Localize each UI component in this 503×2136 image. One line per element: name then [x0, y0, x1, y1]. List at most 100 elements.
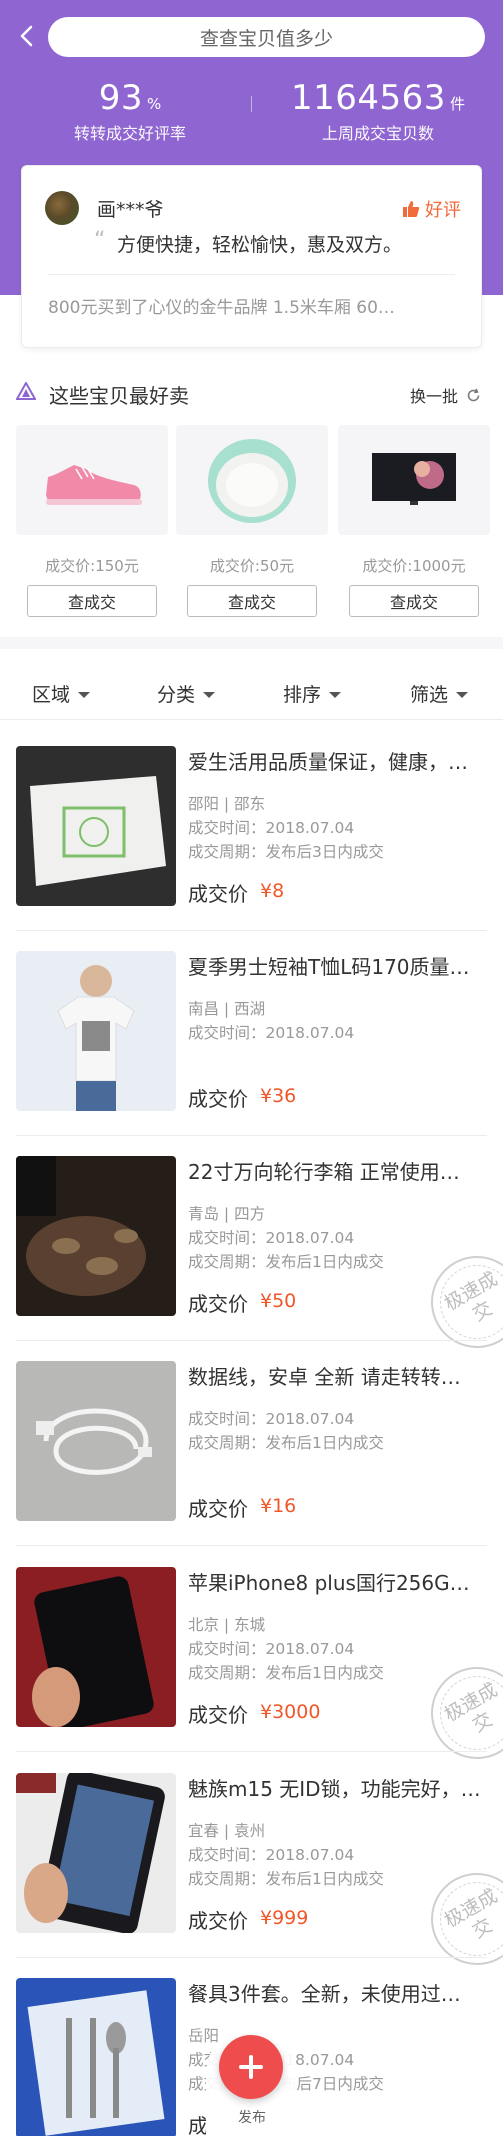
divider [16, 1957, 487, 1958]
divider [48, 274, 455, 275]
listing-time: 成交时间：2018.07.04 [188, 1229, 355, 1247]
listing-price: ¥36 [260, 1085, 297, 1107]
check-deal-button[interactable]: 查成交 [187, 585, 317, 617]
listing-location: 宜春 | 袁州 [188, 1822, 266, 1840]
stat-value: 1164563 [291, 78, 446, 118]
filter-bar: 区域 分类 排序 筛选 [0, 664, 503, 720]
listing-item[interactable]: 22寸万向轮行李箱 正常使用… 青岛 | 四方 成交时间：2018.07.04 … [0, 1156, 503, 1365]
stat-value: 93 [98, 78, 143, 118]
review-card[interactable]: 画***爷 好评 “ 方便快捷，轻松愉快，惠及双方。 800元买到了心仪的金牛品… [21, 165, 482, 348]
section-divider [0, 637, 503, 649]
divider [16, 1751, 487, 1752]
compact-powder-icon [176, 425, 328, 535]
listing-time: 成交时间：2018.07.04 [188, 819, 355, 837]
listing-cycle: 成交周期：发布后3日内成交 [188, 843, 384, 861]
listing-location: 青岛 | 四方 [188, 1205, 266, 1223]
listing-price: ¥50 [260, 1290, 297, 1312]
listing-title: 苹果iPhone8 plus国行256G… [188, 1571, 470, 1595]
listing-cycle: 成交周期：发布后1日内成交 [188, 1664, 384, 1682]
filter-screen[interactable]: 筛选 [410, 680, 469, 707]
good-review-label: 好评 [425, 200, 461, 221]
hot-triangle-icon [16, 382, 36, 400]
stat-label: 转转成交好评率 [73, 124, 186, 143]
listing-item[interactable]: 夏季男士短袖T恤L码170质量… 南昌 | 西湖 成交时间：2018.07.04… [0, 951, 503, 1156]
listing-item[interactable]: 魅族m15 无ID锁，功能完好，… 宜春 | 袁州 成交时间：2018.07.0… [0, 1773, 503, 1982]
hot-item[interactable]: 成交价:1000元 查成交 [338, 425, 490, 617]
listing-title: 数据线，安卓 全新 请走转转… [188, 1365, 461, 1389]
tissue-box-icon [16, 746, 176, 906]
refresh-button[interactable]: 换一批 [410, 383, 481, 407]
divider [16, 1135, 487, 1136]
search-bar[interactable]: 查查宝贝值多少 [48, 17, 485, 57]
reviewer-name: 画***爷 [97, 199, 164, 221]
good-review-badge: 好评 [402, 196, 461, 222]
listing-time: 成交时间：2018.07.04 [188, 1024, 355, 1042]
review-description: 800元买到了心仪的金牛品牌 1.5米车厢 60… [48, 298, 395, 318]
listing-title: 餐具3件套。全新，未使用过… [188, 1982, 461, 2006]
suitcase-icon [16, 1156, 176, 1316]
back-arrow-icon[interactable] [14, 22, 42, 50]
listing-title: 22寸万向轮行李箱 正常使用… [188, 1160, 460, 1184]
cutlery-set-icon [16, 1978, 176, 2136]
hot-item[interactable]: 成交价:150元 查成交 [16, 425, 168, 617]
phone-icon [16, 1567, 176, 1727]
check-deal-button[interactable]: 查成交 [27, 585, 157, 617]
publish-label: 发布 [238, 2110, 266, 2126]
refresh-label: 换一批 [409, 387, 458, 406]
listing-cycle: 成交周期：发布后1日内成交 [188, 1434, 384, 1452]
listing-title: 爱生活用品质量保证，健康，… [188, 750, 468, 774]
listing-cycle: 成交周期：发布后1日内成交 [188, 1253, 384, 1271]
quote-mark: “ [94, 228, 106, 253]
check-deal-button[interactable]: 查成交 [349, 585, 479, 617]
thumbs-up-icon [403, 201, 420, 217]
plus-icon [239, 2055, 263, 2079]
tshirt-icon [16, 951, 176, 1111]
hot-item[interactable]: 成交价:50元 查成交 [176, 425, 328, 617]
avatar [45, 191, 79, 225]
filter-label: 筛选 [410, 684, 449, 706]
hot-section-header: 这些宝贝最好卖 换一批 [0, 372, 503, 422]
filter-sort[interactable]: 排序 [283, 680, 342, 707]
fast-deal-stamp: 极速成交 [414, 1650, 503, 1776]
caret-down-icon [456, 691, 469, 698]
sneaker-icon [16, 425, 168, 535]
fast-deal-stamp: 极速成交 [414, 1856, 503, 1982]
listing-location: 南昌 | 西湖 [188, 1000, 266, 1018]
filter-label: 区域 [32, 684, 71, 706]
phone-icon [16, 1773, 176, 1933]
listing-item[interactable]: 苹果iPhone8 plus国行256G… 北京 | 东城 成交时间：2018.… [0, 1567, 503, 1776]
listing-location: 邵阳 | 邵东 [188, 795, 266, 813]
price-label: 成交价 [188, 1497, 248, 1521]
caret-down-icon [78, 691, 91, 698]
price-label: 成 [188, 2114, 208, 2136]
stat-weekly-deals: 1164563 件 上周成交宝贝数 [264, 78, 492, 144]
filter-category[interactable]: 分类 [157, 680, 216, 707]
search-text: 查查宝贝值多少 [199, 27, 333, 50]
price-label: 成交价 [188, 1909, 248, 1933]
listing-item[interactable]: 爱生活用品质量保证，健康，… 邵阳 | 邵东 成交时间：2018.07.04 成… [0, 746, 503, 951]
filter-region[interactable]: 区域 [32, 680, 91, 707]
price-label: 成交价 [188, 1703, 248, 1727]
listing-time: 成交时间：2018.07.04 [188, 1846, 355, 1864]
fast-deal-text: 极速成交 [426, 1868, 503, 1970]
divider [16, 930, 487, 931]
stat-divider [251, 96, 252, 112]
stat-label: 上周成交宝贝数 [321, 124, 434, 143]
publish-button[interactable] [219, 2035, 283, 2099]
listing-price: ¥8 [260, 880, 285, 902]
listing-location: 北京 | 东城 [188, 1616, 266, 1634]
price-label: 成交价 [188, 1087, 248, 1111]
divider [16, 1545, 487, 1546]
filter-label: 分类 [157, 684, 196, 706]
hot-item-price: 成交价:50元 [209, 557, 295, 575]
tv-icon [338, 425, 490, 535]
usb-cable-icon [16, 1361, 176, 1521]
review-text: 方便快捷，轻松愉快，惠及双方。 [117, 234, 403, 256]
hot-items: 成交价:150元 查成交 成交价:50元 查成交 成交价:1000元 查成交 [0, 425, 503, 625]
fast-deal-text: 极速成交 [426, 1662, 503, 1764]
listing-cycle: 成交周期：发布后1日内成交 [188, 1870, 384, 1888]
refresh-icon [467, 388, 480, 401]
listing-price: ¥16 [260, 1495, 297, 1517]
caret-down-icon [329, 691, 342, 698]
listing-item[interactable]: 数据线，安卓 全新 请走转转… 成交时间：2018.07.04 成交周期：发布后… [0, 1361, 503, 1566]
